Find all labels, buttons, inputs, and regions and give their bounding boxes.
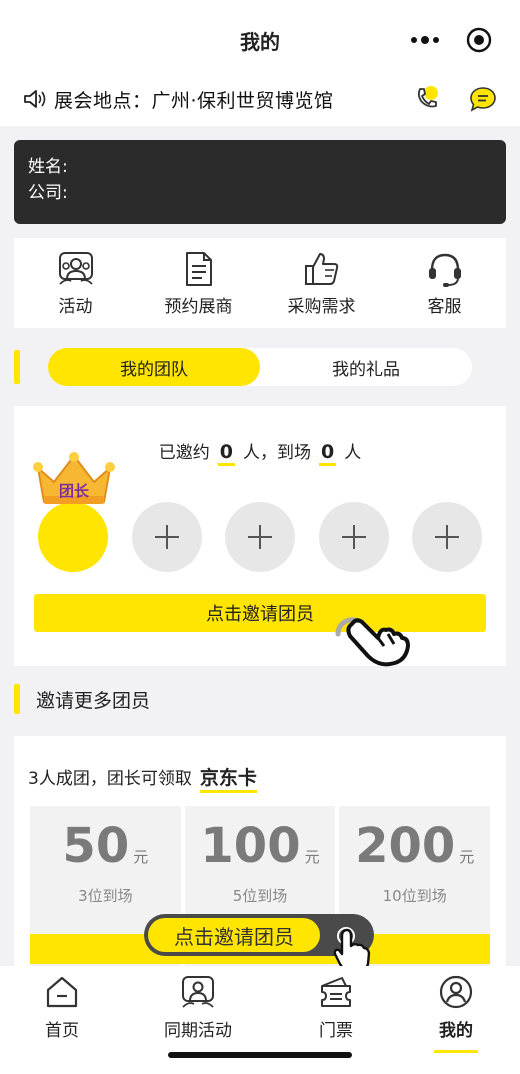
ticket-icon xyxy=(321,977,351,1007)
arrived-label: 人，到场 xyxy=(243,443,311,463)
bottom-nav: 首页 同期活动 门票 我的 xyxy=(0,966,520,1074)
leader-badge: 团长 xyxy=(58,482,89,500)
nav-tickets[interactable]: 门票 xyxy=(276,974,396,1041)
floating-invite-button[interactable]: 点击邀请团员 xyxy=(148,918,320,952)
company-label: 公司: xyxy=(28,183,68,203)
name-label: 姓名: xyxy=(28,157,68,177)
tab-my-gifts[interactable]: 我的礼品 xyxy=(260,348,472,386)
mini-program-capsule xyxy=(398,22,506,58)
nav-home[interactable]: 首页 xyxy=(2,974,122,1041)
document-icon xyxy=(185,252,212,286)
ticket-condition: 3位到场 xyxy=(78,887,133,905)
close-target-icon[interactable] xyxy=(452,27,506,53)
ticket-amount: 100 元 xyxy=(185,820,336,883)
ticket-condition: 10位到场 xyxy=(382,887,447,905)
thumbs-up-icon xyxy=(304,253,338,285)
hand-pointer-icon xyxy=(335,617,410,667)
invite-more-title: 邀请更多团员 xyxy=(36,690,151,712)
tab-switcher: 我的团队 我的礼品 xyxy=(48,348,472,386)
add-member-slot[interactable] xyxy=(132,502,202,572)
quick-links: 活动 预约展商 采购需求 客服 xyxy=(14,238,506,328)
quick-link-label: 客服 xyxy=(427,297,462,317)
plus-icon xyxy=(342,525,366,549)
reward-rule-text: 3人成团，团长可领取 xyxy=(28,769,192,789)
quick-link-label: 活动 xyxy=(58,297,93,317)
invite-member-button[interactable]: 点击邀请团员 xyxy=(34,594,486,632)
reward-rule: 3人成团，团长可领取 京东卡 xyxy=(28,764,257,793)
amount-value: 200 xyxy=(355,818,456,874)
venue-text: 展会地点：广州·保利世贸博览馆 xyxy=(54,89,334,112)
nav-mine[interactable]: 我的 xyxy=(396,974,516,1053)
nav-label: 首页 xyxy=(45,1021,79,1041)
active-nav-underline xyxy=(434,1050,478,1053)
home-icon xyxy=(46,976,78,1008)
ticket-condition: 5位到场 xyxy=(232,887,288,905)
invite-more-section: 邀请更多团员 xyxy=(14,682,506,718)
section-accent-bar xyxy=(14,684,20,714)
top-bar: 我的 xyxy=(0,0,520,82)
quick-link-book-exhibitor[interactable]: 预约展商 xyxy=(137,238,260,328)
arrived-unit: 人 xyxy=(344,443,362,463)
nav-label: 我的 xyxy=(439,1021,473,1041)
arrived-count: 0 xyxy=(319,441,337,466)
speaker-icon xyxy=(24,90,46,108)
amount-value: 50 xyxy=(62,818,130,874)
amount-unit: 元 xyxy=(459,848,475,866)
plus-icon xyxy=(435,525,459,549)
quick-link-label: 预约展商 xyxy=(164,297,233,317)
invited-count: 0 xyxy=(217,441,235,466)
phone-icon[interactable] xyxy=(412,84,442,114)
invited-label: 已邀约 xyxy=(158,443,210,463)
plus-icon xyxy=(155,525,179,549)
section-accent-bar xyxy=(14,350,20,384)
nav-concurrent-events[interactable]: 同期活动 xyxy=(138,974,258,1041)
add-member-slot[interactable] xyxy=(412,502,482,572)
venue-bar: 展会地点：广州·保利世贸博览馆 xyxy=(0,72,520,126)
group-icon xyxy=(182,976,214,1008)
ticket-amount: 50 元 xyxy=(30,820,181,883)
quick-link-purchase-demand[interactable]: 采购需求 xyxy=(260,238,383,328)
plus-icon xyxy=(248,525,272,549)
amount-unit: 元 xyxy=(304,848,320,866)
chat-icon[interactable] xyxy=(468,84,498,114)
amount-unit: 元 xyxy=(133,848,149,866)
add-member-slot[interactable] xyxy=(225,502,295,572)
quick-link-activity[interactable]: 活动 xyxy=(14,238,137,328)
amount-value: 100 xyxy=(200,818,301,874)
quick-link-customer-service[interactable]: 客服 xyxy=(383,238,506,328)
ticket-amount: 200 元 xyxy=(339,820,490,883)
hand-pointer-icon xyxy=(333,927,371,972)
nav-label: 同期活动 xyxy=(164,1021,232,1041)
headset-icon xyxy=(428,253,461,287)
quick-link-label: 采购需求 xyxy=(287,297,356,317)
home-indicator xyxy=(168,1052,352,1058)
profile-card[interactable]: 姓名: 公司: xyxy=(14,140,506,224)
profile-icon xyxy=(439,975,473,1009)
more-icon[interactable] xyxy=(398,35,452,44)
tab-my-team[interactable]: 我的团队 xyxy=(48,348,260,386)
nav-label: 门票 xyxy=(319,1021,353,1041)
crown-icon: 团长 xyxy=(32,452,116,508)
add-member-slot[interactable] xyxy=(319,502,389,572)
tabs-row: 我的团队 我的礼品 xyxy=(14,346,506,388)
group-icon xyxy=(58,252,93,285)
leader-avatar xyxy=(38,502,108,572)
reward-card-name: 京东卡 xyxy=(199,766,257,793)
team-card: 已邀约 0 人，到场 0 人 团长 点击邀请团员 xyxy=(14,406,506,667)
